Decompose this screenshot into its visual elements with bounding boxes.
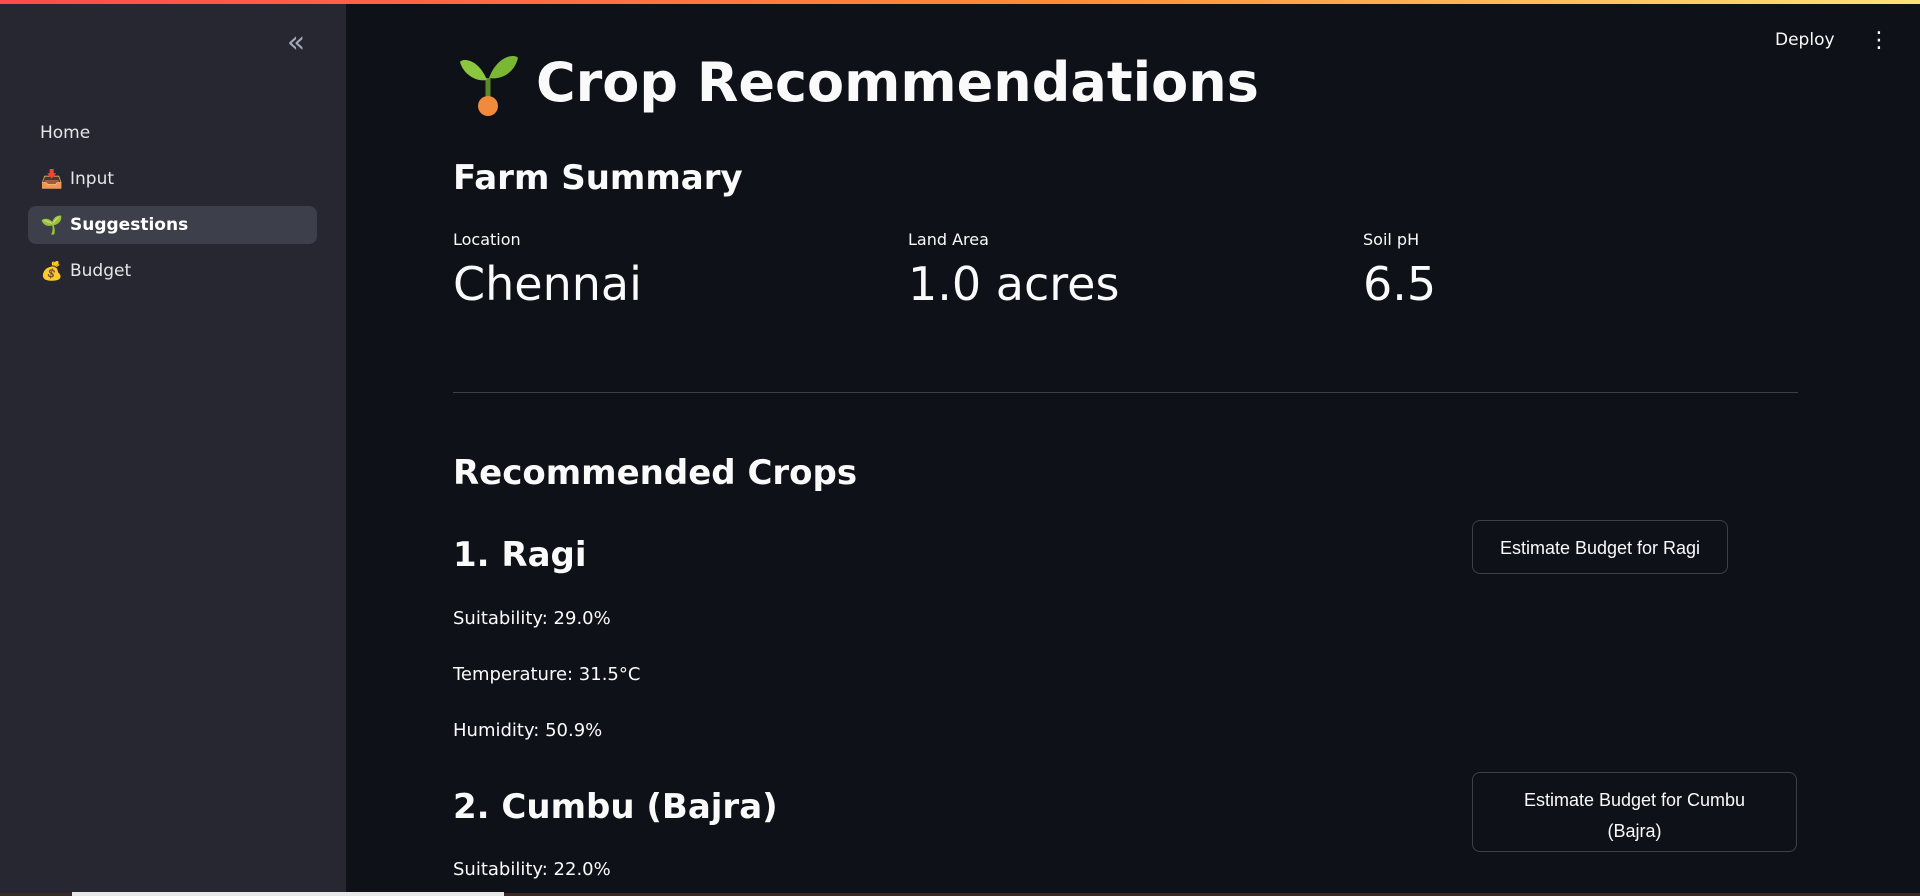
- seedling-icon: 🌱: [40, 214, 64, 236]
- metric-location: Location Chennai: [453, 230, 642, 311]
- sidebar-item-label: Suggestions: [70, 215, 189, 235]
- page-title: Crop Recommendations: [458, 48, 1259, 116]
- sidebar: « Home 📥 Input 🌱 Suggestions 💰 Budget: [0, 4, 346, 896]
- sidebar-item-budget[interactable]: 💰 Budget: [28, 252, 317, 290]
- crop-title-cumbu: 2. Cumbu (Bajra): [453, 787, 778, 827]
- collapse-sidebar-icon[interactable]: «: [282, 28, 310, 58]
- button-label-line: (Bajra): [1607, 821, 1662, 841]
- metric-value: 1.0 acres: [908, 257, 1120, 311]
- sidebar-item-input[interactable]: 📥 Input: [28, 160, 317, 198]
- page-title-text: Crop Recommendations: [536, 50, 1259, 114]
- crop-suitability: Suitability: 29.0%: [453, 608, 611, 629]
- sidebar-item-label: Budget: [70, 261, 132, 281]
- sidebar-item-home[interactable]: Home: [28, 114, 317, 152]
- button-label-line: Estimate Budget for Cumbu: [1523, 790, 1746, 810]
- seedling-icon: [460, 56, 518, 116]
- metric-label: Land Area: [908, 230, 989, 249]
- metric-label: Soil pH: [1363, 230, 1420, 249]
- recommended-crops-heading: Recommended Crops: [453, 453, 858, 493]
- farm-summary-heading: Farm Summary: [453, 158, 743, 198]
- crop-title-ragi: 1. Ragi: [453, 535, 587, 575]
- metric-soil-ph: Soil pH 6.5: [1363, 230, 1436, 311]
- crop-temperature: Temperature: 31.5°C: [453, 664, 641, 685]
- metric-label: Location: [453, 230, 521, 249]
- metric-value: Chennai: [453, 257, 642, 311]
- more-options-icon[interactable]: ⋮: [1868, 30, 1890, 54]
- sidebar-item-label: Home: [40, 123, 91, 143]
- crop-suitability: Suitability: 22.0%: [453, 859, 611, 880]
- sidebar-nav: Home 📥 Input 🌱 Suggestions 💰 Budget: [28, 114, 317, 298]
- metric-value: 6.5: [1363, 257, 1437, 311]
- estimate-budget-cumbu-button[interactable]: Estimate Budget for Cumbu (Bajra): [1472, 772, 1797, 852]
- crop-humidity: Humidity: 50.9%: [453, 720, 603, 741]
- estimate-budget-ragi-button[interactable]: Estimate Budget for Ragi: [1472, 520, 1728, 574]
- inbox-tray-icon: 📥: [40, 168, 64, 190]
- section-divider: [453, 392, 1798, 393]
- money-bag-icon: 💰: [40, 260, 64, 282]
- sidebar-item-suggestions[interactable]: 🌱 Suggestions: [28, 206, 317, 244]
- horizontal-scrollbar[interactable]: [72, 892, 504, 896]
- sidebar-item-label: Input: [70, 169, 115, 189]
- main-content: Crop Recommendations Farm Summary Locati…: [453, 0, 1798, 896]
- metric-land-area: Land Area 1.0 acres: [908, 230, 1119, 311]
